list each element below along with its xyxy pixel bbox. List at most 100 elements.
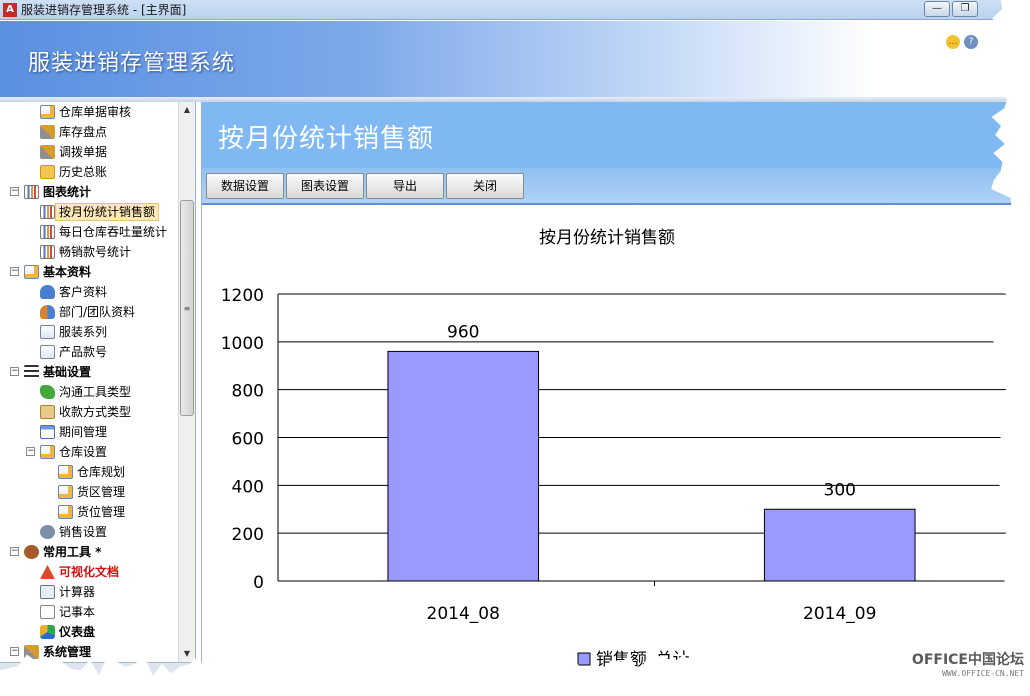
tree-item-label: 沟通工具类型 xyxy=(59,385,132,399)
sidebar-item-departments[interactable]: 部门/团队资料 xyxy=(0,302,178,322)
tree-item-label: 常用工具 * xyxy=(43,545,102,559)
main-panel: 按月份统计销售额 数据设置 图表设置 导出 关闭 按月份统计销售额 0 200 40… xyxy=(201,102,1030,696)
tree-item-label: 记事本 xyxy=(59,605,96,619)
tree-item-label: 销售设置 xyxy=(59,525,108,539)
legend-swatch xyxy=(577,652,591,666)
tools-icon xyxy=(40,125,55,139)
tree-item-label: 期间管理 xyxy=(59,425,108,439)
sidebar-item-customers[interactable]: 客户资料 xyxy=(0,282,178,302)
gauge-icon xyxy=(40,625,55,639)
sidebar-group-base-settings[interactable]: − 基础设置 xyxy=(0,362,178,382)
tree-item-label: 产品款号 xyxy=(59,345,108,359)
tree-item-label: 货位管理 xyxy=(77,505,126,519)
sidebar-group-basic-info[interactable]: − 基本资料 xyxy=(0,262,178,282)
sidebar-item-dashboard[interactable]: 仪表盘 xyxy=(0,622,178,642)
sidebar-item-comm-types[interactable]: 沟通工具类型 xyxy=(0,382,178,402)
export-button[interactable]: 导出 xyxy=(366,173,444,199)
tree-item-label: 仓库规划 xyxy=(77,465,126,479)
sidebar-group-system[interactable]: − 系统管理 xyxy=(0,642,178,662)
minimize-button[interactable]: — xyxy=(924,1,950,17)
sidebar-item-notepad[interactable]: 记事本 xyxy=(0,602,178,622)
app-header: 服装进销存管理系统 … ? xyxy=(0,21,1030,97)
sidebar-scrollbar[interactable]: ▲ ≡ ▼ xyxy=(178,102,195,662)
tree-item-label: 按月份统计销售额 xyxy=(55,203,160,221)
y-tick-label: 400 xyxy=(232,477,264,497)
sidebar-group-tools[interactable]: − 常用工具 * xyxy=(0,542,178,562)
ops-icon xyxy=(24,545,39,559)
sidebar-item-history-ledger[interactable]: 历史总账 xyxy=(0,162,178,182)
restore-button[interactable]: ❐ xyxy=(952,1,978,17)
data-settings-button[interactable]: 数据设置 xyxy=(206,173,284,199)
sidebar-group-chart-stats[interactable]: − 图表统计 xyxy=(0,182,178,202)
app-header-title: 服装进销存管理系统 xyxy=(28,51,236,76)
chart-bars: 960 300 xyxy=(387,322,916,582)
close-button[interactable]: 关闭 xyxy=(446,173,524,199)
sidebar-item-zones[interactable]: 货区管理 xyxy=(0,482,178,502)
doc-icon xyxy=(40,325,55,339)
header-icons: … ? xyxy=(942,35,978,49)
scroll-up-icon[interactable]: ▲ xyxy=(179,102,195,118)
tree-item-label: 调拨单据 xyxy=(59,145,108,159)
calendar-icon xyxy=(40,425,55,439)
sidebar-item-sales-settings[interactable]: 销售设置 xyxy=(0,522,178,542)
tree-item-label: 可视化文档 xyxy=(59,565,120,579)
sidebar-item-warehouse-audit[interactable]: 仓库单据审核 xyxy=(0,102,178,122)
chart-legend: 销售额_总计 xyxy=(577,650,690,670)
y-tick-label: 1200 xyxy=(221,286,264,306)
x-tick-label: 2014_08 xyxy=(427,604,500,624)
tree-item-label: 基础设置 xyxy=(43,365,92,379)
collapse-toggle-icon[interactable]: − xyxy=(26,447,35,456)
chart-settings-button[interactable]: 图表设置 xyxy=(286,173,364,199)
data-label: 960 xyxy=(447,322,479,342)
sales-chart: 按月份统计销售额 0 200 400 600 800 1000 1200 960 300 20… xyxy=(202,205,1030,696)
tree-item-label: 畅销款号统计 xyxy=(59,245,132,259)
edit-icon xyxy=(40,105,55,119)
sidebar-item-locations[interactable]: 货位管理 xyxy=(0,502,178,522)
sidebar-item-transfer[interactable]: 调拨单据 xyxy=(0,142,178,162)
tree-item-label: 客户资料 xyxy=(59,285,108,299)
sidebar-item-visual-docs[interactable]: 可视化文档 xyxy=(0,562,178,582)
sidebar-item-daily-throughput[interactable]: 每日仓库吞吐量统计 xyxy=(0,222,178,242)
sidebar-nav-tree: 仓库单据审核 库存盘点调拨单据历史总账 − 图表统计按月份统计销售额每日仓库吞吐量统计… xyxy=(0,102,196,662)
sidebar-tab-collapse[interactable]: 收 xyxy=(112,666,123,682)
tree-item-label: 计算器 xyxy=(59,585,96,599)
sidebar-tab-open[interactable]: 开 xyxy=(38,666,49,682)
window-controls: — ❐ xyxy=(922,1,978,17)
collapse-toggle-icon[interactable]: − xyxy=(10,647,19,656)
chat-icon[interactable]: … xyxy=(946,35,960,49)
money-icon xyxy=(40,405,55,419)
note-icon xyxy=(40,605,55,619)
bar-2014_09 xyxy=(763,508,916,582)
y-tick-label: 1000 xyxy=(221,334,264,354)
tree-item-label: 货区管理 xyxy=(77,485,126,499)
edit-icon xyxy=(58,485,73,499)
collapse-toggle-icon[interactable]: − xyxy=(10,187,19,196)
collapse-toggle-icon[interactable]: − xyxy=(10,267,19,276)
sidebar-item-calculator[interactable]: 计算器 xyxy=(0,582,178,602)
data-label: 300 xyxy=(824,480,856,500)
sidebar-item-periods[interactable]: 期间管理 xyxy=(0,422,178,442)
help-icon[interactable]: ? xyxy=(964,35,978,49)
sidebar-group-warehouse[interactable]: − 仓库设置 xyxy=(0,442,178,462)
sidebar-item-product-codes[interactable]: 产品款号 xyxy=(0,342,178,362)
chart-icon xyxy=(40,245,55,259)
chart-y-axis: 0 200 400 600 800 1000 1200 xyxy=(221,286,264,593)
y-tick-label: 0 xyxy=(253,573,264,593)
form-header: 按月份统计销售额 xyxy=(202,102,1030,168)
sidebar-item-monthly-sales[interactable]: 按月份统计销售额 xyxy=(0,202,178,222)
collapse-toggle-icon[interactable]: − xyxy=(10,547,19,556)
sidebar-item-bestsellers[interactable]: 畅销款号统计 xyxy=(0,242,178,262)
scroll-down-icon[interactable]: ▼ xyxy=(179,646,195,662)
chart-x-axis: 2014_08 2014_09 xyxy=(427,581,876,624)
sidebar-item-series[interactable]: 服装系列 xyxy=(0,322,178,342)
x-tick-label: 2014_09 xyxy=(803,604,876,624)
tree-item-label: 每日仓库吞吐量统计 xyxy=(59,225,168,239)
collapse-toggle-icon[interactable]: − xyxy=(10,367,19,376)
scroll-thumb[interactable]: ≡ xyxy=(180,200,194,416)
sidebar-item-warehouse-plan[interactable]: 仓库规划 xyxy=(0,462,178,482)
bar-2014_08 xyxy=(387,350,540,582)
sidebar-item-payment-types[interactable]: 收款方式类型 xyxy=(0,402,178,422)
tree-item-label: 历史总账 xyxy=(59,165,108,179)
tree-item-label: 图表统计 xyxy=(43,185,92,199)
sidebar-item-stock-count[interactable]: 库存盘点 xyxy=(0,122,178,142)
